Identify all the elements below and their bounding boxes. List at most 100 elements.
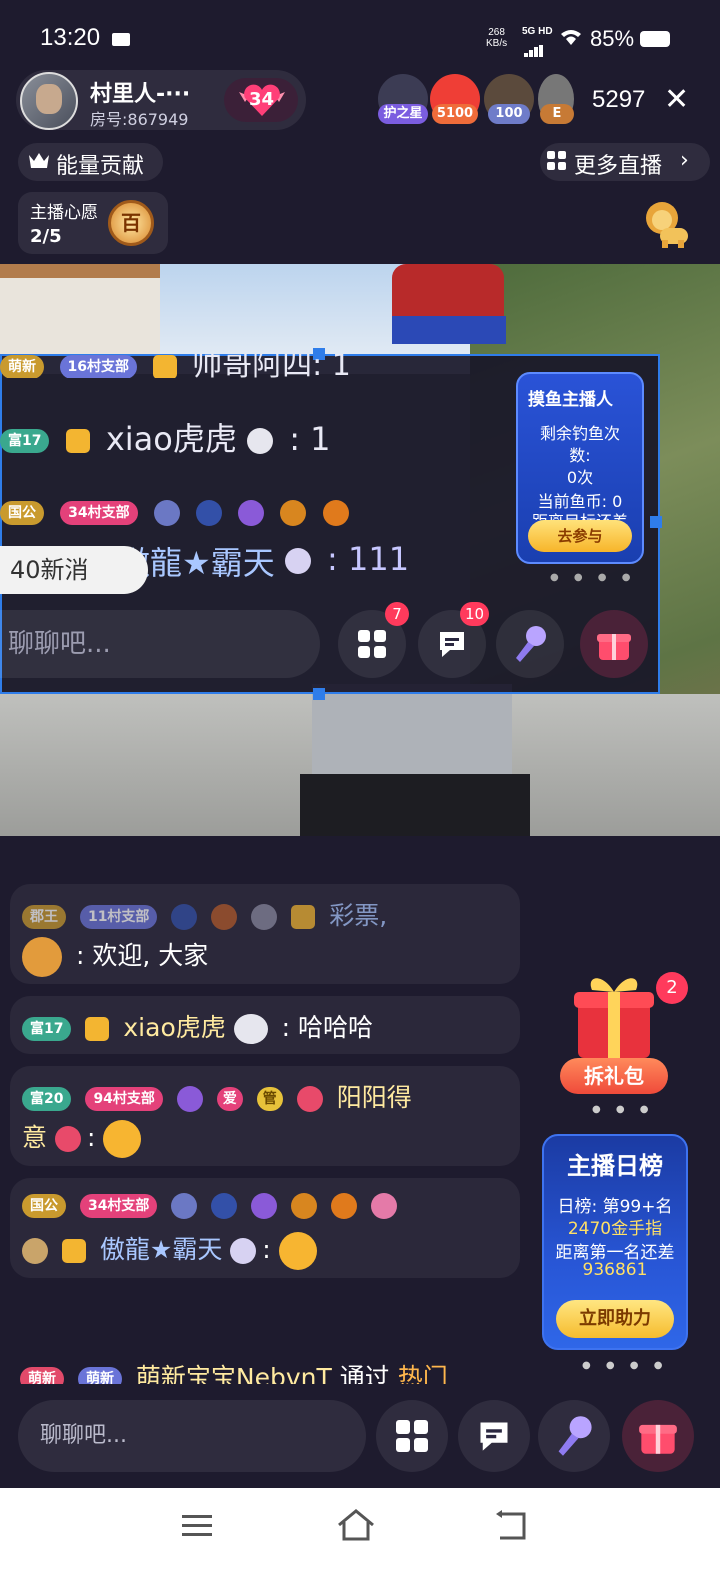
- wing-badge-icon: [176, 1086, 203, 1112]
- avatar-face: [36, 84, 62, 114]
- overlay-message: : 1: [289, 420, 331, 458]
- hot-link[interactable]: 热门: [398, 1363, 448, 1384]
- overlay-line-1-text: 帅哥阿四: 1: [192, 354, 351, 378]
- carousel-dots: ● ● ● ●: [582, 1360, 669, 1371]
- gold-badge-icon: [61, 1239, 86, 1263]
- chat-bubble-icon: [480, 1422, 508, 1451]
- rank-title: 主播日榜: [567, 1152, 663, 1180]
- video-person-pants: [300, 774, 530, 836]
- guard-badge-icon: [171, 1193, 198, 1219]
- home-icon[interactable]: [336, 1508, 376, 1542]
- gold-badge-icon: [65, 429, 90, 453]
- gift-package-icon[interactable]: [572, 970, 656, 1060]
- overlay-line-3: 国公 34村支部: [0, 492, 355, 530]
- chat-line: 国公 34村支部: [22, 1190, 403, 1219]
- mic-button[interactable]: [538, 1400, 610, 1472]
- compass-badge-icon: [171, 904, 198, 930]
- guard-badge-icon: [153, 500, 180, 526]
- message-button[interactable]: [458, 1400, 530, 1472]
- overlay-message: : 111: [327, 540, 410, 578]
- rank-score: 2470金手指: [567, 1219, 663, 1239]
- rich-level-tag: 富17: [0, 429, 50, 453]
- open-gift-button[interactable]: 拆礼包: [560, 1058, 668, 1094]
- chat-username[interactable]: 傲龍★霸天: [100, 1235, 222, 1264]
- overlay-line-1: 萌新 16村支部 帅哥阿四: 1: [0, 354, 500, 378]
- chat-username[interactable]: 彩票,: [329, 901, 387, 930]
- noble-tag: 国公: [22, 1194, 66, 1218]
- apps-badge: 7: [385, 602, 409, 626]
- chat-message-partial[interactable]: 萌新 萌新 萌新宝宝NebvnT 通过 热门: [10, 1352, 520, 1384]
- love-tag: 爱: [216, 1087, 243, 1111]
- chat-input[interactable]: 聊聊吧...: [18, 1400, 366, 1472]
- apps-grid-icon: [396, 1420, 428, 1452]
- network-type: 5G HD: [522, 26, 553, 37]
- resize-handle-right[interactable]: [650, 516, 662, 528]
- chat-line: 富17 xiao虎虎 : 哈哈哈: [22, 1008, 373, 1044]
- gold-badge-icon: [291, 905, 316, 929]
- host-avatar[interactable]: [20, 72, 78, 130]
- gold-badge-icon: [152, 354, 177, 378]
- video-house: [0, 264, 160, 359]
- net-speed: 268 KB/s: [486, 27, 507, 49]
- menu-icon[interactable]: [180, 1512, 214, 1540]
- lion-badge-icon: [280, 500, 307, 526]
- viewer-count[interactable]: 5297: [592, 86, 645, 114]
- heart-count: 34: [249, 89, 275, 110]
- fan-badge-3: 100: [488, 104, 530, 124]
- boost-button[interactable]: 立即助力: [556, 1300, 674, 1338]
- chat-message-text: : 哈哈哈: [281, 1013, 374, 1042]
- lion-mascot-icon[interactable]: [640, 198, 696, 250]
- back-icon[interactable]: [494, 1510, 530, 1542]
- chat-bubble-icon: [440, 632, 464, 657]
- fishing-text: 距离目标还差: [522, 508, 638, 520]
- wing-mount-icon: [284, 548, 311, 574]
- resize-handle-bottom[interactable]: [313, 688, 325, 700]
- overlay-tag: 16村支部: [59, 354, 138, 378]
- grin-emoji-icon: [278, 1232, 317, 1270]
- wish-badge-icon: 百: [108, 200, 154, 246]
- camera-indicator-icon: [112, 33, 130, 46]
- new-messages-button[interactable]: 40新消: [0, 546, 148, 594]
- fishing-title: 摸鱼主播人: [528, 390, 613, 410]
- chat-username[interactable]: 萌新宝宝NebvnT: [136, 1363, 332, 1384]
- overlay-mic-button[interactable]: [496, 610, 564, 678]
- noble-tag: 国公: [0, 501, 44, 525]
- messages-badge: 10: [460, 602, 490, 626]
- chevron-right-icon: ›: [680, 148, 689, 173]
- more-live-label: 更多直播: [574, 154, 663, 179]
- microphone-icon: [558, 1416, 592, 1456]
- fishing-text: 0次: [566, 468, 594, 487]
- close-icon[interactable]: ✕: [664, 82, 689, 117]
- flower-icon: [54, 1126, 81, 1152]
- crown-icon: [29, 153, 49, 168]
- net-speed-value: 268: [488, 27, 505, 38]
- overlay-gift-button[interactable]: [580, 610, 648, 678]
- battery-percent: 85%: [590, 26, 635, 51]
- fishing-text: 数:: [569, 446, 591, 465]
- carousel-dots: ● ● ●: [592, 1104, 655, 1115]
- gold-badge-icon: [85, 1017, 110, 1041]
- gift-button[interactable]: [622, 1400, 694, 1472]
- rich-level-tag: 富17: [22, 1017, 72, 1041]
- system-nav-bar: [0, 1488, 720, 1592]
- wish-title: 主播心愿: [30, 203, 98, 223]
- fan-badge-2: 5100: [432, 104, 478, 124]
- signal-icon: [524, 38, 544, 57]
- apps-button[interactable]: [376, 1400, 448, 1472]
- overlay-line-4: 傲龍★霸天 : 111: [118, 538, 409, 584]
- heart-badge-icon: [371, 1193, 398, 1219]
- gift-badge: 2: [656, 972, 688, 1004]
- newbie-tag: 萌新: [77, 1367, 122, 1384]
- shield-badge-icon: [251, 904, 278, 930]
- overlay-chat-input[interactable]: 聊聊吧...: [0, 610, 320, 678]
- v-badge-icon: [331, 1193, 358, 1219]
- lion-avatar-icon: [22, 937, 62, 977]
- chat-line: 富20 94村支部 爱 管 阳阳得: [22, 1078, 412, 1114]
- apps-grid-icon: [358, 630, 386, 658]
- fishing-text: 剩余钓鱼次: [539, 424, 620, 443]
- fishing-join-button[interactable]: 去参与: [528, 520, 632, 552]
- chat-username[interactable]: 阳阳得: [337, 1083, 412, 1112]
- video-house-roof: [0, 264, 160, 278]
- overlay-line-2: 富17 xiao虎虎 : 1: [0, 414, 331, 460]
- chat-username[interactable]: xiao虎虎: [123, 1013, 225, 1042]
